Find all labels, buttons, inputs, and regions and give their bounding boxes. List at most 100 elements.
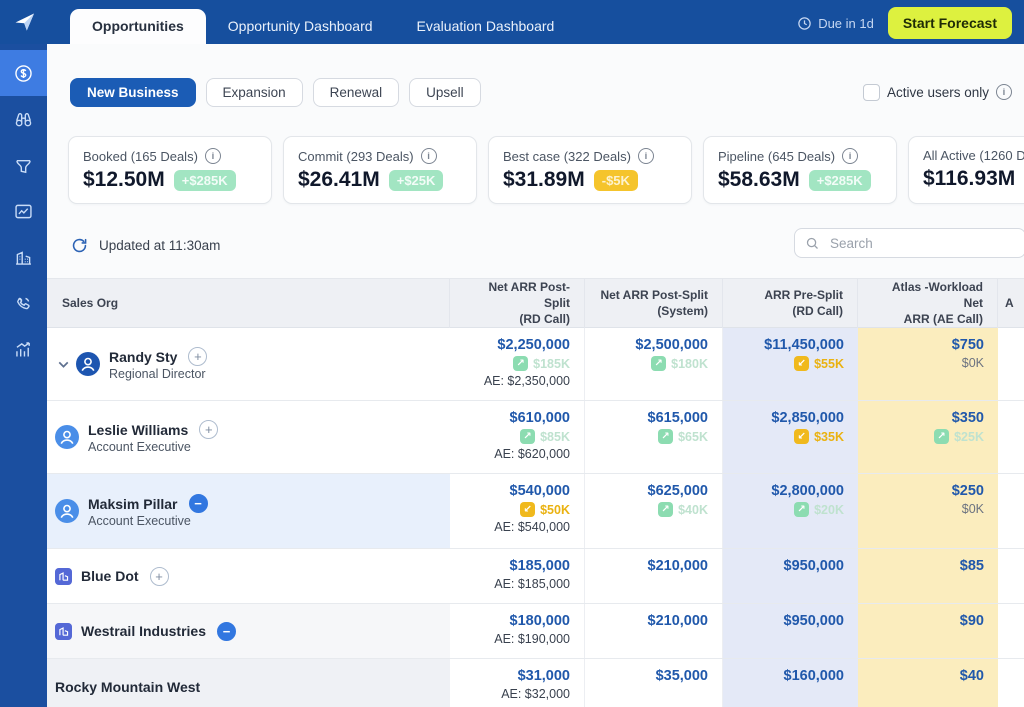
net-arr-system-cell[interactable]: $625,000 ↗$40K [585, 474, 723, 548]
kpi-card-row: Booked (165 Deals)i $12.50M+$285K Commit… [68, 136, 1024, 204]
table-row-blue-dot[interactable]: Blue Dot+ $185,000 AE: $185,000 $210,000… [47, 549, 1024, 604]
tab-opportunities[interactable]: Opportunities [70, 9, 206, 44]
sales-org-cell: Leslie Williams+ Account Executive [47, 401, 450, 473]
arr-pre-split-cell[interactable]: $160,000 [723, 659, 858, 707]
start-forecast-button[interactable]: Start Forecast [888, 7, 1012, 39]
sidebar-item-discovery[interactable] [0, 96, 47, 142]
sidebar-item-analytics[interactable] [0, 326, 47, 372]
clipped-cell [998, 659, 1024, 707]
collapse-button[interactable]: − [189, 494, 208, 513]
table-row-rocky-mountain-west[interactable]: Rocky Mountain West $31,000 AE: $32,000 … [47, 659, 1024, 707]
arr-pre-split-cell[interactable]: $950,000 [723, 604, 858, 658]
kpi-value: $12.50M [83, 168, 165, 192]
avatar [55, 425, 79, 449]
add-button[interactable]: + [150, 567, 169, 586]
info-icon[interactable]: i [842, 148, 858, 164]
sidebar-item-calls[interactable] [0, 280, 47, 326]
refresh-icon[interactable] [70, 236, 89, 255]
column-header-sales-org[interactable]: Sales Org [47, 279, 450, 328]
trend-up-icon: ↗ [658, 502, 673, 517]
kpi-delta-badge: +$285K [174, 170, 236, 191]
account-name: Westrail Industries [81, 623, 206, 639]
app-logo-icon[interactable] [13, 10, 37, 34]
search-input[interactable] [828, 235, 982, 252]
sidebar-item-pipeline[interactable] [0, 142, 47, 188]
chevron-down-icon[interactable] [55, 356, 72, 373]
atlas-workload-cell[interactable]: $350 ↗$25K [858, 401, 998, 473]
sales-org-cell: Westrail Industries− [47, 604, 450, 658]
sidebar-item-forecast[interactable] [0, 50, 47, 96]
net-arr-rd-cell[interactable]: $185,000 AE: $185,000 [450, 549, 585, 603]
kpi-value: $58.63M [718, 168, 800, 192]
arr-pre-split-cell[interactable]: $950,000 [723, 549, 858, 603]
atlas-workload-cell[interactable]: $750 $0K [858, 328, 998, 400]
table-row-maksim-pillar[interactable]: Maksim Pillar− Account Executive $540,00… [47, 474, 1024, 549]
tab-opportunity-dashboard[interactable]: Opportunity Dashboard [206, 9, 395, 44]
add-button[interactable]: + [188, 347, 207, 366]
filter-expansion[interactable]: Expansion [206, 78, 303, 107]
net-arr-system-cell[interactable]: $210,000 [585, 549, 723, 603]
info-icon[interactable]: i [996, 84, 1012, 100]
top-tabs: Opportunities Opportunity Dashboard Eval… [70, 10, 576, 44]
net-arr-rd-cell[interactable]: $2,250,000 ↗$185K AE: $2,350,000 [450, 328, 585, 400]
net-arr-rd-cell[interactable]: $610,000 ↗$85K AE: $620,000 [450, 401, 585, 473]
column-header-atlas-workload[interactable]: Atlas -Workload NetARR (AE Call) [858, 279, 998, 328]
column-header-clipped[interactable]: A [998, 279, 1024, 328]
net-arr-rd-cell[interactable]: $31,000 AE: $32,000 [450, 659, 585, 707]
filter-new-business[interactable]: New Business [70, 78, 196, 107]
sidebar-item-accounts[interactable] [0, 234, 47, 280]
company-icon [55, 623, 72, 640]
phone-icon [13, 293, 34, 314]
collapse-button[interactable]: − [217, 622, 236, 641]
info-icon[interactable]: i [205, 148, 221, 164]
net-arr-system-cell[interactable]: $35,000 [585, 659, 723, 707]
net-arr-system-cell[interactable]: $615,000 ↗$65K [585, 401, 723, 473]
table-toolbar: Updated at 11:30am [70, 230, 1024, 260]
filter-upsell[interactable]: Upsell [409, 78, 481, 107]
due-badge: Due in 1d [797, 16, 874, 31]
kpi-title: Pipeline (645 Deals) [718, 149, 835, 164]
trend-up-icon: ↗ [934, 429, 949, 444]
column-header-net-arr-rd[interactable]: Net ARR Post-Split(RD Call) [450, 279, 585, 328]
person-role: Account Executive [88, 440, 218, 454]
table-row-randy-sty[interactable]: Randy Sty+ Regional Director $2,250,000 … [47, 328, 1024, 401]
kpi-card-booked: Booked (165 Deals)i $12.50M+$285K [68, 136, 272, 204]
trend-up-icon: ↗ [651, 356, 666, 371]
info-icon[interactable]: i [421, 148, 437, 164]
atlas-workload-cell[interactable]: $250 $0K [858, 474, 998, 548]
arr-pre-split-cell[interactable]: $2,800,000 ↗$20K [723, 474, 858, 548]
search-icon [805, 236, 820, 251]
column-header-net-arr-system[interactable]: Net ARR Post-Split(System) [585, 279, 723, 328]
chart-frame-icon [13, 201, 34, 222]
atlas-workload-cell[interactable]: $40 [858, 659, 998, 707]
tab-evaluation-dashboard[interactable]: Evaluation Dashboard [395, 9, 577, 44]
sidebar-item-dashboard[interactable] [0, 188, 47, 234]
net-arr-rd-cell[interactable]: $180,000 AE: $190,000 [450, 604, 585, 658]
clipped-cell [998, 328, 1024, 400]
trend-up-icon: ↗ [513, 356, 528, 371]
arr-pre-split-cell[interactable]: $2,850,000 ↙$35K [723, 401, 858, 473]
info-icon[interactable]: i [638, 148, 654, 164]
active-users-checkbox[interactable] [863, 84, 880, 101]
net-arr-rd-cell[interactable]: $540,000 ↙$50K AE: $540,000 [450, 474, 585, 548]
kpi-delta-badge: +$25K [389, 170, 444, 191]
trend-up-icon: ↗ [794, 502, 809, 517]
table-row-leslie-williams[interactable]: Leslie Williams+ Account Executive $610,… [47, 401, 1024, 474]
table-row-westrail-industries[interactable]: Westrail Industries− $180,000 AE: $190,0… [47, 604, 1024, 659]
main-content: New Business Expansion Renewal Upsell Ac… [47, 44, 1024, 707]
kpi-card-all-active: All Active (1260 Deals) $116.93M [908, 136, 1024, 204]
net-arr-system-cell[interactable]: $2,500,000 ↗$180K [585, 328, 723, 400]
due-text: Due in 1d [818, 16, 874, 31]
filter-renewal[interactable]: Renewal [313, 78, 400, 107]
column-header-arr-pre-split[interactable]: ARR Pre-Split(RD Call) [723, 279, 858, 328]
kpi-delta-badge: -$5K [594, 170, 638, 191]
avatar [55, 499, 79, 523]
trend-down-icon: ↙ [794, 429, 809, 444]
active-users-label: Active users only [887, 85, 989, 100]
atlas-workload-cell[interactable]: $90 [858, 604, 998, 658]
net-arr-system-cell[interactable]: $210,000 [585, 604, 723, 658]
atlas-workload-cell[interactable]: $85 [858, 549, 998, 603]
kpi-value: $116.93M [923, 167, 1015, 191]
add-button[interactable]: + [199, 420, 218, 439]
arr-pre-split-cell[interactable]: $11,450,000 ↙$55K [723, 328, 858, 400]
